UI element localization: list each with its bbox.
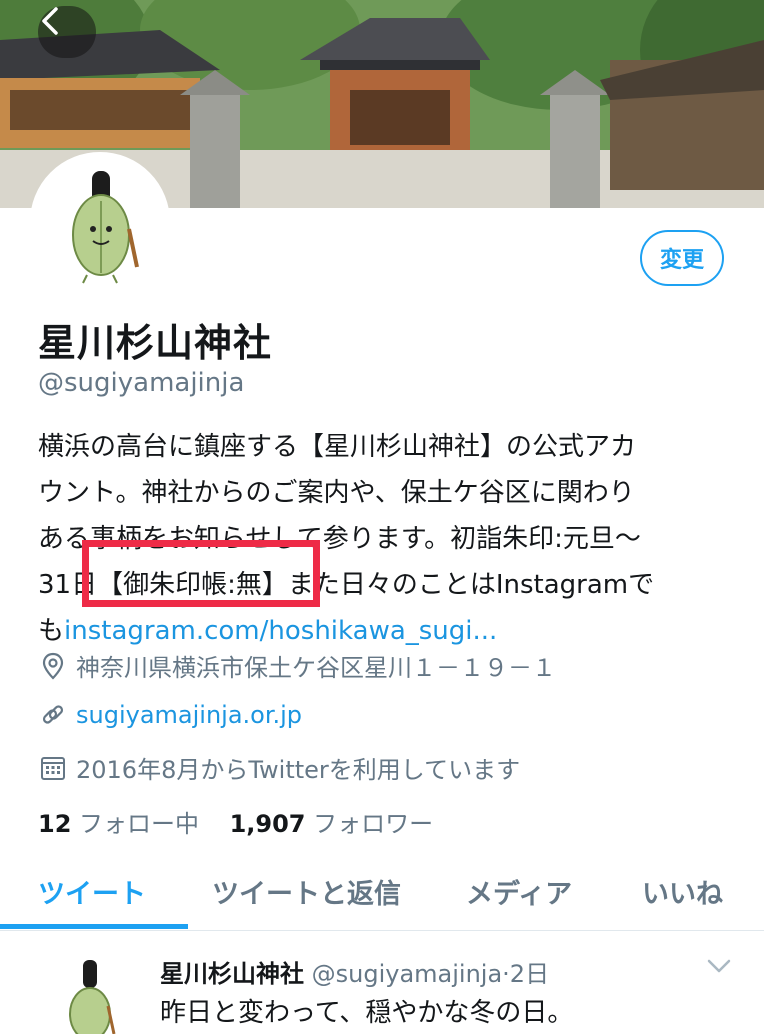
chevron-down-icon[interactable] [706, 958, 732, 974]
back-button[interactable] [38, 6, 96, 58]
tweet-item[interactable]: 星川杉山神社 @sugiyamajinja·2日 昨日と変わって、穏やかな冬の日… [0, 932, 764, 1034]
edit-profile-button[interactable]: 変更 [640, 230, 724, 286]
active-tab-indicator [0, 924, 188, 929]
followers-count: 1,907 [229, 810, 306, 838]
following-label: フォロー中 [79, 810, 200, 838]
location-row: 神奈川県横浜市保土ケ谷区星川１－１９－１ [38, 648, 556, 683]
profile-avatar[interactable] [30, 152, 170, 292]
website-link[interactable]: sugiyamajinja.or.jp [76, 701, 302, 729]
location-pin-icon [38, 651, 68, 681]
tweet-handle-time: @sugiyamajinja·2日 [311, 960, 550, 988]
tweet-header: 星川杉山神社 @sugiyamajinja·2日 [160, 954, 549, 989]
link-icon [38, 700, 68, 730]
joined-row: 2016年8月からTwitterを利用しています [38, 750, 520, 785]
tweet-text: 昨日と変わって、穏やかな冬の日。 [160, 998, 574, 1028]
calendar-icon [38, 753, 68, 783]
profile-bio: 横浜の高台に鎮座する【星川杉山神社】の公式アカ ウント。神社からのご案内や、保土… [38, 424, 728, 654]
leaf-character-avatar-image [69, 960, 116, 1034]
tweet-author-name: 星川杉山神社 [160, 960, 304, 988]
bio-line: 横浜の高台に鎮座する【星川杉山神社】の公式アカ [38, 432, 637, 462]
tweet-avatar[interactable] [60, 954, 124, 1034]
joined-text: 2016年8月からTwitterを利用しています [76, 756, 521, 784]
tab-tweets[interactable]: ツイート [38, 872, 146, 911]
tab-media[interactable]: メディア [466, 872, 572, 911]
profile-handle: @sugiyamajinja [38, 368, 245, 398]
profile-tabs: ツイート ツイートと返信 メディア いいね [0, 858, 764, 931]
bio-line: ウント。神社からのご案内や、保土ケ谷区に関わり [38, 478, 635, 508]
followers-link[interactable]: 1,907 フォロワー [230, 810, 434, 838]
highlight-box [82, 540, 320, 607]
profile-name: 星川杉山神社 [38, 321, 273, 365]
followers-label: フォロワー [313, 810, 434, 838]
chevron-left-icon [42, 7, 58, 35]
location-text: 神奈川県横浜市保土ケ谷区星川１－１９－１ [76, 654, 556, 682]
following-count: 12 [38, 810, 72, 838]
tab-likes[interactable]: いいね [642, 872, 723, 911]
bio-text: も [38, 616, 65, 646]
leaf-character-avatar-image [35, 157, 165, 287]
following-link[interactable]: 12 フォロー中 [38, 810, 199, 838]
tab-tweets-and-replies[interactable]: ツイートと返信 [212, 872, 401, 911]
website-row: sugiyamajinja.or.jp [38, 700, 302, 730]
follow-counts: 12 フォロー中 1,907 フォロワー [38, 804, 433, 839]
bio-instagram-link[interactable]: instagram.com/hoshikawa_sugi... [64, 616, 497, 646]
